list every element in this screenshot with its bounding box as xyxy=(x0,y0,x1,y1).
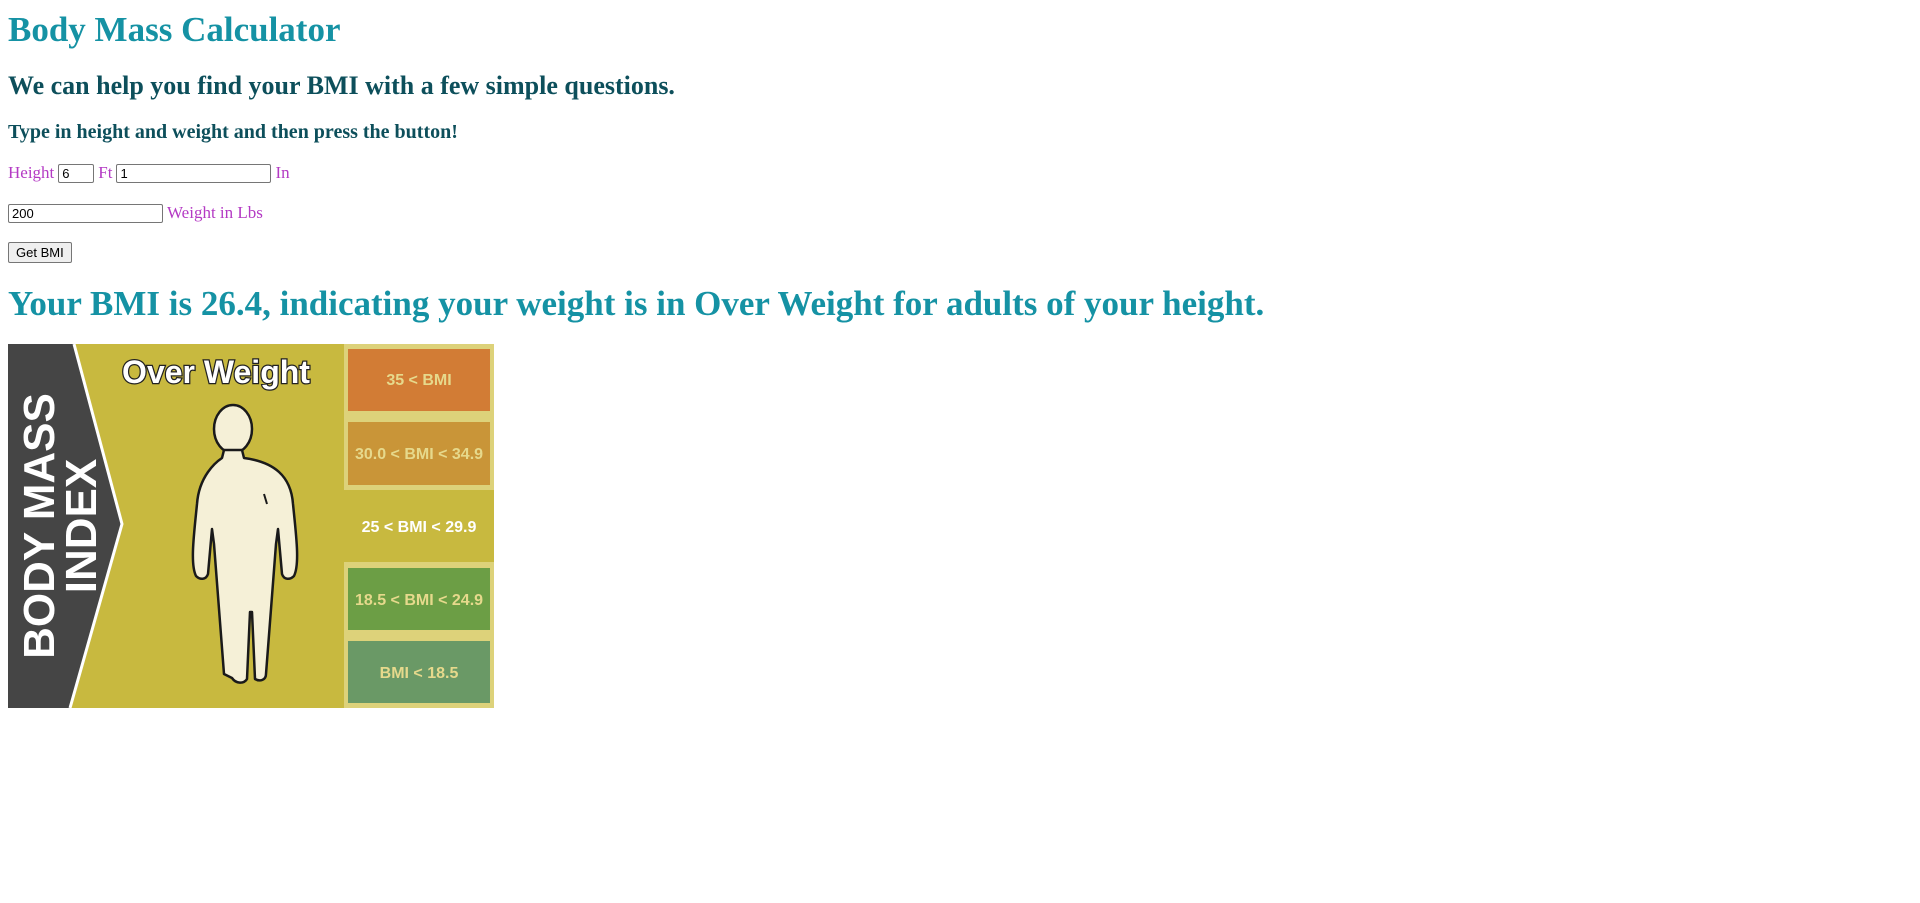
category-title: Over Weight xyxy=(122,354,310,390)
range-label-3: 25 < BMI < 29.9 xyxy=(362,519,477,536)
range-box-5: BMI < 18.5 xyxy=(348,641,490,703)
side-title-line2: INDEX xyxy=(57,459,106,593)
height-feet-input[interactable] xyxy=(58,163,95,183)
height-label: Height xyxy=(8,163,55,182)
bmi-chart-image: BODY MASS INDEX Over Weight 35 < BMI 30.… xyxy=(8,344,494,708)
range-box-1: 35 < BMI xyxy=(348,349,490,411)
button-row: Get BMI xyxy=(8,242,72,263)
page-title: Body Mass Calculator xyxy=(8,10,341,49)
weight-label: Weight in Lbs xyxy=(167,203,263,222)
range-box-2: 30.0 < BMI < 34.9 xyxy=(348,422,490,485)
height-row: Height Ft In xyxy=(8,162,290,184)
feet-unit-label: Ft xyxy=(98,163,113,182)
inches-unit-label: In xyxy=(275,163,290,182)
page-subtitle: We can help you find your BMI with a few… xyxy=(8,71,675,100)
range-label-4: 18.5 < BMI < 24.9 xyxy=(355,592,483,609)
bmi-result-message: Your BMI is 26.4, indicating your weight… xyxy=(8,284,1265,323)
get-bmi-button[interactable]: Get BMI xyxy=(8,242,72,263)
height-inches-input[interactable] xyxy=(116,163,272,183)
instructions-text: Type in height and weight and then press… xyxy=(8,121,458,143)
range-label-5: BMI < 18.5 xyxy=(380,665,459,682)
weight-row: Weight in Lbs xyxy=(8,202,263,224)
range-label-1: 35 < BMI xyxy=(386,372,451,389)
range-label-2: 30.0 < BMI < 34.9 xyxy=(355,446,483,463)
range-box-3-active: 25 < BMI < 29.9 xyxy=(344,490,494,562)
weight-input[interactable] xyxy=(8,203,163,223)
range-box-4: 18.5 < BMI < 24.9 xyxy=(348,568,490,630)
